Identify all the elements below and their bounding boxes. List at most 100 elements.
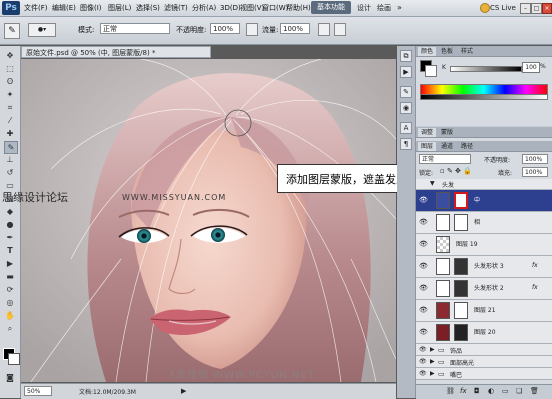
path-select-tool-icon[interactable]: ▶	[4, 258, 16, 269]
airbrush-icon[interactable]	[318, 23, 330, 36]
k-channel-field[interactable]: 100	[522, 62, 540, 73]
vector-mask-thumbnail[interactable]	[454, 258, 468, 275]
marquee-tool-icon[interactable]: ⬚	[4, 63, 16, 74]
3d-orbit-tool-icon[interactable]: ◎	[4, 297, 16, 308]
mode-select[interactable]: 正常	[100, 23, 170, 34]
actions-panel-icon[interactable]: ▶	[400, 66, 412, 78]
tab-channels[interactable]: 通道	[438, 142, 456, 151]
minimize-icon[interactable]: –	[520, 3, 531, 14]
background-color-swatch[interactable]	[8, 353, 20, 365]
vector-mask-thumbnail[interactable]	[454, 280, 468, 297]
zoom-tool-icon[interactable]: ⌕	[4, 323, 16, 334]
crop-tool-icon[interactable]: ⌗	[4, 102, 16, 113]
tablet-size-icon[interactable]	[334, 23, 346, 36]
visibility-eye-icon[interactable]: 👁	[419, 284, 428, 293]
link-layers-icon[interactable]: ⛓	[446, 387, 455, 395]
k-channel-slider[interactable]	[450, 66, 522, 72]
quick-select-tool-icon[interactable]: ✦	[4, 89, 16, 100]
layer-mask-thumbnail[interactable]	[454, 302, 468, 319]
healing-tool-icon[interactable]: ✚	[4, 128, 16, 139]
layer-effects-icon[interactable]: fx	[532, 284, 538, 291]
brush-tool-icon[interactable]: ✎	[4, 141, 18, 154]
fill-field[interactable]: 100%	[522, 167, 548, 177]
layer-row[interactable]: 👁 头发形状 3 fx	[416, 256, 552, 278]
pen-tool-icon[interactable]: ✒	[4, 232, 16, 243]
hand-tool-icon[interactable]: ✋	[4, 310, 16, 321]
menu-filter[interactable]: 滤镜(T)	[164, 2, 188, 14]
menu-help[interactable]: 帮助(H)	[286, 2, 311, 14]
tab-paths[interactable]: 路径	[458, 142, 476, 151]
menu-3d[interactable]: 3D(D)	[220, 2, 241, 14]
visibility-eye-icon[interactable]: 👁	[419, 358, 427, 365]
maximize-icon[interactable]: □	[531, 3, 542, 14]
layer-row[interactable]: 👁 图层 19	[416, 234, 552, 256]
move-tool-icon[interactable]: ✥	[4, 50, 16, 61]
paragraph-panel-icon[interactable]: ¶	[400, 138, 412, 150]
brush-tool-preset-icon[interactable]: ✎	[4, 23, 20, 39]
layer-row[interactable]: 👁 头发形状 2 fx	[416, 278, 552, 300]
group-expand-icon[interactable]: ▶	[430, 370, 435, 377]
layer-group-row[interactable]: 👁 ▶ ▭ 饰品	[416, 344, 552, 356]
opacity-field[interactable]: 100%	[210, 23, 240, 34]
group-expand-icon[interactable]: ▶	[430, 346, 435, 353]
layer-row[interactable]: 👁 中	[416, 190, 552, 212]
new-adjustment-layer-icon[interactable]: ◐	[488, 387, 494, 395]
status-menu-arrow-icon[interactable]: ▶	[181, 387, 186, 395]
blend-mode-select[interactable]: 正常	[419, 154, 471, 164]
layer-mask-thumbnail[interactable]	[454, 324, 468, 341]
tab-color[interactable]: 颜色	[418, 47, 437, 56]
visibility-eye-icon[interactable]: 👁	[419, 196, 428, 205]
visibility-eye-icon[interactable]: 👁	[419, 328, 428, 337]
tab-masks[interactable]: 蒙版	[438, 128, 456, 137]
blur-tool-icon[interactable]: ◆	[4, 206, 16, 217]
add-layer-mask-icon[interactable]: ◘	[474, 387, 480, 395]
visibility-eye-icon[interactable]: 👁	[419, 346, 427, 353]
document-tab[interactable]: 原始文件.psd @ 50% (中, 图层蒙版/8) *	[21, 46, 211, 58]
menu-edit[interactable]: 编辑(E)	[52, 2, 76, 14]
menu-image[interactable]: 图像(I)	[80, 2, 102, 14]
close-icon[interactable]: ×	[542, 3, 552, 14]
group-expand-icon[interactable]: ▶	[430, 358, 435, 365]
lasso-tool-icon[interactable]: ʘ	[4, 76, 16, 87]
grayscale-ramp[interactable]	[420, 94, 548, 100]
tab-layers[interactable]: 图层	[418, 142, 437, 151]
layer-mask-thumbnail[interactable]	[454, 214, 468, 231]
zoom-level-field[interactable]: 50%	[24, 386, 52, 396]
shape-tool-icon[interactable]: ▬	[4, 271, 16, 282]
visibility-eye-icon[interactable]: 👁	[419, 370, 427, 377]
delete-layer-icon[interactable]: 🗑	[530, 387, 539, 395]
flow-field[interactable]: 100%	[280, 23, 310, 34]
visibility-eye-icon[interactable]: 👁	[419, 306, 428, 315]
eyedropper-tool-icon[interactable]: ⁄	[4, 115, 16, 126]
layer-row[interactable]: 👁 图层 20	[416, 322, 552, 344]
menu-view[interactable]: 视图(V)	[240, 2, 264, 14]
type-tool-icon[interactable]: T	[4, 245, 16, 256]
tab-styles[interactable]: 样式	[458, 47, 476, 56]
tab-swatches[interactable]: 色板	[438, 47, 456, 56]
layer-opacity-field[interactable]: 100%	[522, 154, 548, 164]
menu-layer[interactable]: 图层(L)	[108, 2, 131, 14]
layer-effects-icon[interactable]: fx	[532, 262, 538, 269]
layer-row[interactable]: 👁 图层 21	[416, 300, 552, 322]
menu-window[interactable]: 窗口(W)	[262, 2, 288, 14]
layer-group-row[interactable]: 👁 ▶ ▭ 面部高光	[416, 356, 552, 368]
layer-group-row[interactable]: 👁 ▶ ▭ 嘴巴	[416, 368, 552, 380]
visibility-eye-icon[interactable]: 👁	[419, 218, 428, 227]
layer-group-row[interactable]: ▼ 头发	[416, 179, 552, 190]
quick-mask-icon[interactable]: ◙	[4, 372, 16, 383]
brush-size-picker[interactable]: ●▾	[28, 23, 56, 37]
menu-analysis[interactable]: 分析(A)	[192, 2, 216, 14]
workspace-design-link[interactable]: 设计	[357, 2, 371, 14]
stamp-tool-icon[interactable]: ⊥	[4, 154, 16, 165]
group-expand-icon[interactable]: ▼	[430, 180, 435, 187]
character-panel-icon[interactable]: A	[400, 122, 412, 134]
cs-live-button[interactable]: CS Live	[490, 2, 516, 14]
lock-pixels-icon[interactable]: ▫ ✎ ✥ 🔒	[440, 167, 472, 175]
layer-row[interactable]: 👁 相	[416, 212, 552, 234]
tab-adjustments[interactable]: 调整	[418, 128, 437, 137]
menu-select[interactable]: 选择(S)	[136, 2, 160, 14]
visibility-eye-icon[interactable]: 👁	[419, 240, 428, 249]
brush-panel-icon[interactable]: ✎	[400, 86, 412, 98]
new-group-icon[interactable]: ▭	[502, 387, 509, 395]
menu-file[interactable]: 文件(F)	[24, 2, 48, 14]
